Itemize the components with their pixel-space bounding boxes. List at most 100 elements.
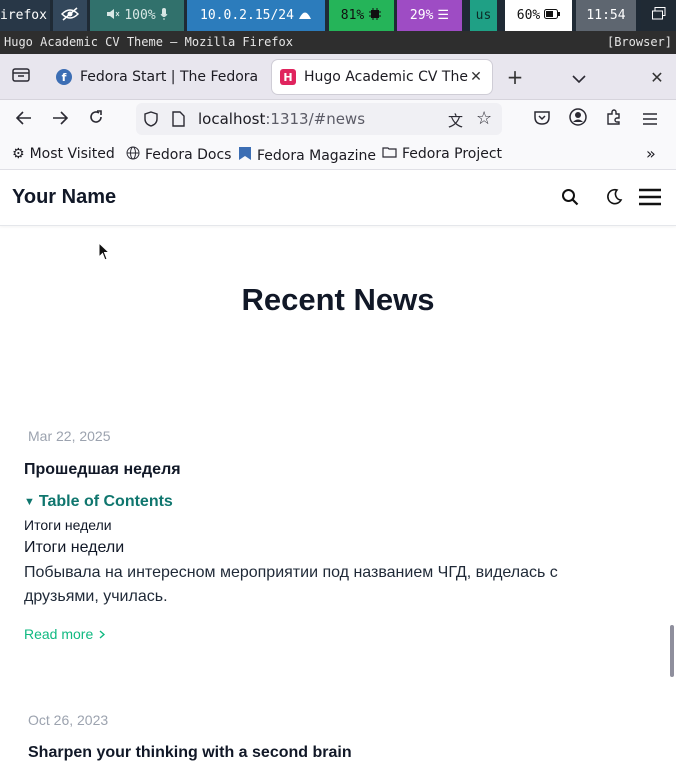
bookmark-fedora-docs[interactable]: Fedora Docs (126, 146, 231, 164)
puzzle-icon (606, 109, 622, 129)
mouse-cursor-icon (98, 241, 111, 266)
address-bar[interactable]: localhost:1313/#news 文 ☆ (136, 103, 502, 135)
triangle-down-icon: ▼ (24, 496, 35, 508)
translate-icon[interactable]: 文 (448, 110, 463, 131)
news-summary: Побывала на интересном мероприятии под н… (24, 564, 558, 605)
privacy-indicator[interactable] (53, 0, 87, 31)
hamburger-icon (638, 188, 662, 210)
bookmark-fedora-magazine[interactable]: Fedora Magazine (238, 146, 376, 165)
bookmark-star-icon[interactable]: ☆ (476, 108, 492, 129)
windows-icon (651, 7, 666, 24)
new-tab-button[interactable]: + (502, 64, 528, 90)
network-indicator[interactable]: 10.0.2.15/24 (187, 0, 325, 31)
double-chevron-right-icon: » (646, 144, 656, 163)
window-titlebar: Hugo Academic CV Theme — Mozilla Firefox… (0, 31, 676, 54)
site-brand[interactable]: Your Name (12, 186, 116, 209)
account-button[interactable] (564, 106, 592, 132)
hamburger-icon (642, 110, 658, 129)
news-title[interactable]: Прошедшая неделя (24, 461, 181, 479)
bookmark-label: Fedora Docs (145, 147, 232, 163)
close-icon: ✕ (650, 67, 664, 87)
battery-value: 60% (516, 8, 541, 23)
hugo-favicon-icon: H (280, 69, 296, 85)
tab-label: Fedora Start | The Fedora (80, 69, 259, 85)
speaker-muted-icon (106, 8, 120, 24)
arrow-right-icon (52, 110, 69, 129)
page-scrollbar-thumb[interactable] (670, 625, 674, 677)
pocket-button[interactable] (528, 106, 556, 132)
extensions-button[interactable] (600, 106, 628, 132)
fedora-magazine-icon (238, 146, 252, 165)
cpu-chip-icon (368, 7, 382, 25)
reload-button[interactable] (82, 106, 110, 132)
site-menu-button[interactable] (637, 186, 663, 212)
bookmark-label: Most Visited (29, 146, 115, 162)
section-title: Recent News (241, 282, 435, 317)
menu-button[interactable] (636, 106, 664, 132)
active-app-indicator[interactable]: irefox (0, 0, 50, 31)
bookmarks-toolbar: ⚙ Most Visited Fedora Docs Fedora Magazin… (0, 138, 676, 170)
window-switcher[interactable] (641, 0, 676, 31)
window-tag: [Browser] (606, 35, 672, 49)
network-icon (298, 8, 312, 24)
close-tab-icon[interactable]: ✕ (468, 69, 484, 85)
moon-icon (605, 188, 623, 210)
bookmark-most-visited[interactable]: ⚙ Most Visited (12, 146, 115, 162)
cpu-indicator[interactable]: 81% (329, 0, 394, 31)
search-icon (561, 188, 579, 210)
tab-hugo-academic[interactable]: H Hugo Academic CV Theme ✕ (272, 60, 492, 94)
page-info-icon[interactable] (172, 111, 185, 131)
ip-address: 10.0.2.15/24 (200, 8, 294, 23)
tracking-shield-icon[interactable] (144, 111, 158, 131)
memory-indicator[interactable]: 29% ☰ (397, 0, 462, 31)
theme-toggle-button[interactable] (601, 186, 627, 212)
volume-value: 100% (124, 8, 156, 23)
url-host: localhost (198, 110, 266, 128)
memory-bars-icon: ☰ (437, 8, 450, 23)
tab-strip: f Fedora Start | The Fedora H Hugo Acade… (0, 54, 676, 100)
list-tabs-button[interactable] (566, 64, 592, 90)
battery-icon (544, 8, 561, 23)
toc-item[interactable]: Итоги недели (24, 517, 112, 533)
window-title: Hugo Academic CV Theme — Mozilla Firefox (4, 35, 293, 49)
read-more-label: Read more (24, 626, 94, 642)
eye-off-icon (60, 6, 80, 25)
bookmark-label: Fedora Project (402, 146, 503, 162)
arrow-left-icon (15, 110, 32, 129)
cpu-value: 81% (340, 8, 365, 23)
search-button[interactable] (557, 186, 583, 212)
chevron-right-icon (99, 626, 106, 642)
news-heading: Итоги недели (24, 539, 125, 556)
battery-indicator[interactable]: 60% (505, 0, 572, 31)
fedora-favicon-icon: f (56, 69, 72, 85)
chevron-down-icon (572, 68, 586, 87)
clock-time: 11:54 (586, 8, 626, 23)
bookmarks-overflow-button[interactable]: » (646, 144, 656, 163)
url-text: localhost:1313/#news (198, 110, 365, 128)
folder-icon (382, 146, 397, 162)
news-date: Mar 22, 2025 (28, 428, 111, 444)
volume-indicator[interactable]: 100% (90, 0, 184, 31)
reload-icon (88, 109, 104, 129)
toc-label: Table of Contents (38, 493, 173, 510)
table-of-contents-toggle[interactable]: ▼ Table of Contents (24, 493, 173, 511)
news-date: Oct 26, 2023 (28, 712, 109, 728)
bookmark-fedora-project[interactable]: Fedora Project (382, 146, 502, 162)
clock[interactable]: 11:54 (576, 0, 636, 31)
firefox-view-button[interactable] (8, 64, 34, 90)
back-button[interactable] (10, 106, 38, 132)
memory-value: 29% (409, 8, 434, 23)
firefox-view-icon (12, 67, 30, 87)
bookmark-label: Fedora Magazine (257, 147, 376, 164)
tab-fedora-start[interactable]: f Fedora Start | The Fedora (48, 60, 270, 94)
system-bar: irefox 100% 10.0.2.15/24 81% 29% ☰ us 60… (0, 0, 676, 31)
news-title[interactable]: Sharpen your thinking with a second brai… (28, 744, 352, 762)
keyboard-layout-indicator[interactable]: us (470, 0, 497, 31)
read-more-link[interactable]: Read more (24, 626, 106, 642)
pocket-icon (534, 110, 550, 129)
close-window-button[interactable]: ✕ (644, 64, 670, 90)
keyboard-layout: us (475, 8, 492, 23)
url-path: :1313/#news (265, 110, 366, 128)
forward-button[interactable] (46, 106, 74, 132)
navigation-toolbar: localhost:1313/#news 文 ☆ (0, 100, 676, 138)
